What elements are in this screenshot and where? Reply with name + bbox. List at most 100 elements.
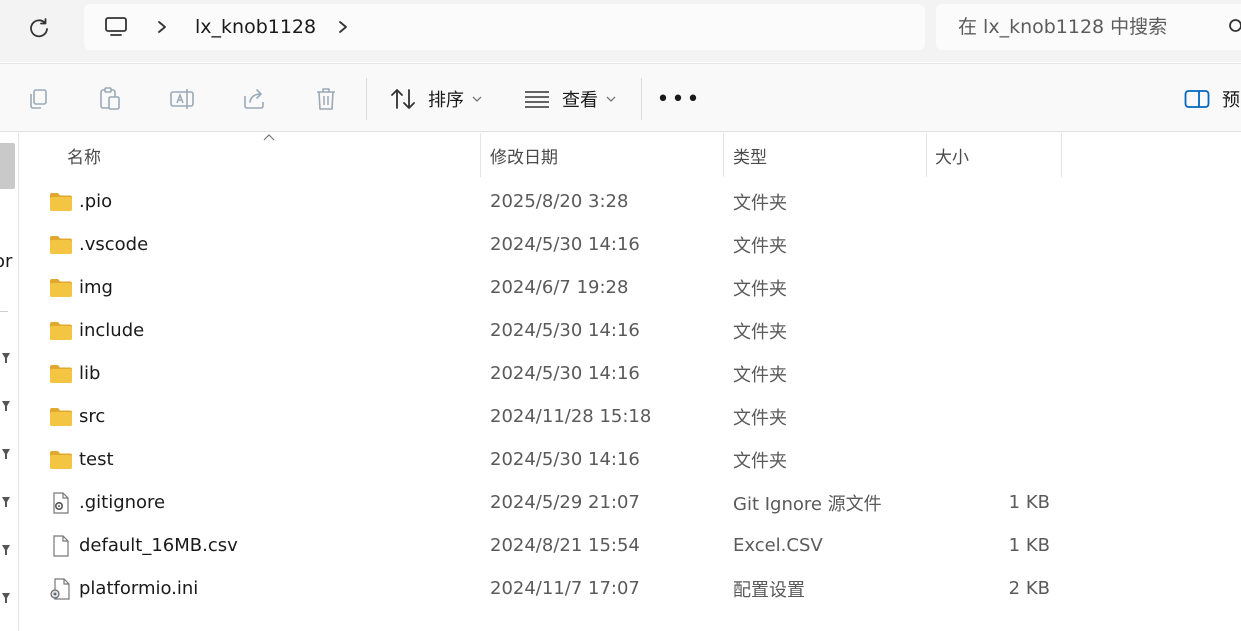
file-name[interactable]: test — [79, 438, 114, 481]
folder-icon — [49, 191, 73, 213]
file-name[interactable]: img — [79, 266, 113, 309]
column-headers: 名称 修改日期 类型 大小 — [20, 133, 1241, 177]
file-size: 1 KB — [1008, 492, 1050, 513]
preview-pane-button[interactable]: 预 — [1184, 82, 1240, 116]
file-name[interactable]: include — [79, 309, 144, 352]
computer-icon[interactable] — [103, 15, 129, 39]
column-divider[interactable] — [480, 133, 481, 177]
pin-icon[interactable] — [0, 543, 12, 557]
file-type: Git Ignore 源文件 — [733, 493, 882, 515]
file-type: 文件夹 — [733, 278, 787, 300]
refresh-button[interactable] — [22, 11, 56, 45]
folder-icon — [49, 277, 73, 299]
breadcrumb-item[interactable]: lx_knob1128 — [195, 15, 316, 39]
pin-icon[interactable] — [0, 351, 12, 365]
folder-icon — [49, 363, 73, 385]
file-name[interactable]: .vscode — [79, 223, 148, 266]
file-row[interactable]: default_16MB.csv 2024/8/21 15:54 Excel.CSV… — [20, 524, 1241, 567]
file-row[interactable]: test 2024/5/30 14:16 文件夹 — [20, 438, 1241, 481]
delete-button[interactable] — [311, 84, 341, 114]
toolbar-divider — [366, 78, 367, 120]
paste-icon — [100, 87, 120, 110]
file-modified: 2024/5/29 21:07 — [490, 492, 640, 513]
nav-divider — [0, 311, 8, 312]
sort-label: 排序 — [428, 90, 464, 111]
toolbar-divider — [641, 78, 642, 120]
blank-file-icon — [49, 535, 73, 557]
file-modified: 2024/6/7 19:28 — [490, 277, 629, 298]
file-modified: 2024/11/7 17:07 — [490, 578, 640, 599]
nav-item-label[interactable]: or — [0, 251, 12, 272]
file-modified: 2024/5/30 14:16 — [490, 363, 640, 384]
sort-icon — [391, 89, 415, 109]
file-type: Excel.CSV — [733, 535, 823, 556]
file-size — [940, 352, 1050, 395]
copy-icon — [30, 89, 47, 109]
breadcrumb-chevron-end[interactable] — [336, 17, 350, 37]
file-modified: 2025/8/20 3:28 — [490, 191, 629, 212]
column-divider[interactable] — [926, 133, 927, 177]
file-name[interactable]: .pio — [79, 180, 112, 223]
file-row[interactable]: .pio 2025/8/20 3:28 文件夹 — [20, 180, 1241, 223]
column-divider[interactable] — [1061, 133, 1062, 177]
pin-icon[interactable] — [0, 399, 12, 413]
column-divider[interactable] — [723, 133, 724, 177]
file-name[interactable]: lib — [79, 352, 100, 395]
navigation-pane[interactable]: or — [0, 133, 19, 631]
column-header-type[interactable]: 类型 — [733, 133, 767, 177]
file-modified: 2024/5/30 14:16 — [490, 234, 640, 255]
file-type: 文件夹 — [733, 321, 787, 343]
chevron-down-icon — [606, 96, 616, 102]
file-size — [940, 180, 1050, 223]
pin-icon[interactable] — [0, 591, 12, 605]
rename-icon — [170, 89, 194, 109]
file-modified: 2024/11/28 15:18 — [490, 406, 652, 427]
file-row[interactable]: img 2024/6/7 19:28 文件夹 — [20, 266, 1241, 309]
view-list-icon — [525, 91, 549, 108]
rename-button[interactable] — [167, 84, 197, 114]
file-type: 文件夹 — [733, 235, 787, 257]
folder-icon — [49, 449, 73, 471]
copy-button[interactable] — [23, 84, 53, 114]
address-bar[interactable]: lx_knob1128 — [84, 4, 925, 50]
settings-file-icon — [49, 492, 73, 514]
nav-scrollbar-thumb[interactable] — [0, 143, 15, 189]
file-row[interactable]: src 2024/11/28 15:18 文件夹 — [20, 395, 1241, 438]
file-row[interactable]: include 2024/5/30 14:16 文件夹 — [20, 309, 1241, 352]
file-row[interactable]: platformio.ini 2024/11/7 17:07 配置设置 2 KB — [20, 567, 1241, 610]
more-options-button[interactable]: ••• — [657, 86, 700, 112]
column-header-name[interactable]: 名称 — [67, 133, 101, 177]
column-header-size[interactable]: 大小 — [935, 133, 969, 177]
file-row[interactable]: .vscode 2024/5/30 14:16 文件夹 — [20, 223, 1241, 266]
view-label: 查看 — [562, 90, 598, 111]
preview-pane-icon — [1184, 90, 1210, 108]
file-row[interactable]: lib 2024/5/30 14:16 文件夹 — [20, 352, 1241, 395]
file-size — [940, 395, 1050, 438]
chevron-right-icon — [158, 21, 166, 33]
command-bar: 排序 查看 ••• 预 — [0, 63, 1241, 132]
share-button[interactable] — [239, 84, 269, 114]
chevron-right-icon — [339, 21, 347, 33]
paste-button[interactable] — [95, 84, 125, 114]
file-name[interactable]: default_16MB.csv — [79, 524, 238, 567]
file-size — [940, 223, 1050, 266]
sort-ascending-icon — [263, 134, 275, 141]
column-header-modified[interactable]: 修改日期 — [490, 133, 558, 177]
breadcrumb-chevron[interactable] — [155, 17, 169, 37]
file-size — [940, 438, 1050, 481]
search-input[interactable]: 在 lx_knob1128 中搜索 — [936, 4, 1241, 50]
file-name[interactable]: platformio.ini — [79, 567, 198, 610]
sort-menu-button[interactable]: 排序 — [390, 82, 482, 116]
file-name[interactable]: src — [79, 395, 105, 438]
file-type: 文件夹 — [733, 192, 787, 214]
view-menu-button[interactable]: 查看 — [524, 82, 616, 116]
pin-icon[interactable] — [0, 495, 12, 509]
file-type: 文件夹 — [733, 450, 787, 472]
file-row[interactable]: .gitignore 2024/5/29 21:07 Git Ignore 源文件 1… — [20, 481, 1241, 524]
file-size: 2 KB — [1008, 578, 1050, 599]
file-name[interactable]: .gitignore — [79, 481, 165, 524]
file-size: 1 KB — [1008, 535, 1050, 556]
pin-icon[interactable] — [0, 447, 12, 461]
file-type: 文件夹 — [733, 364, 787, 386]
file-type: 文件夹 — [733, 407, 787, 429]
